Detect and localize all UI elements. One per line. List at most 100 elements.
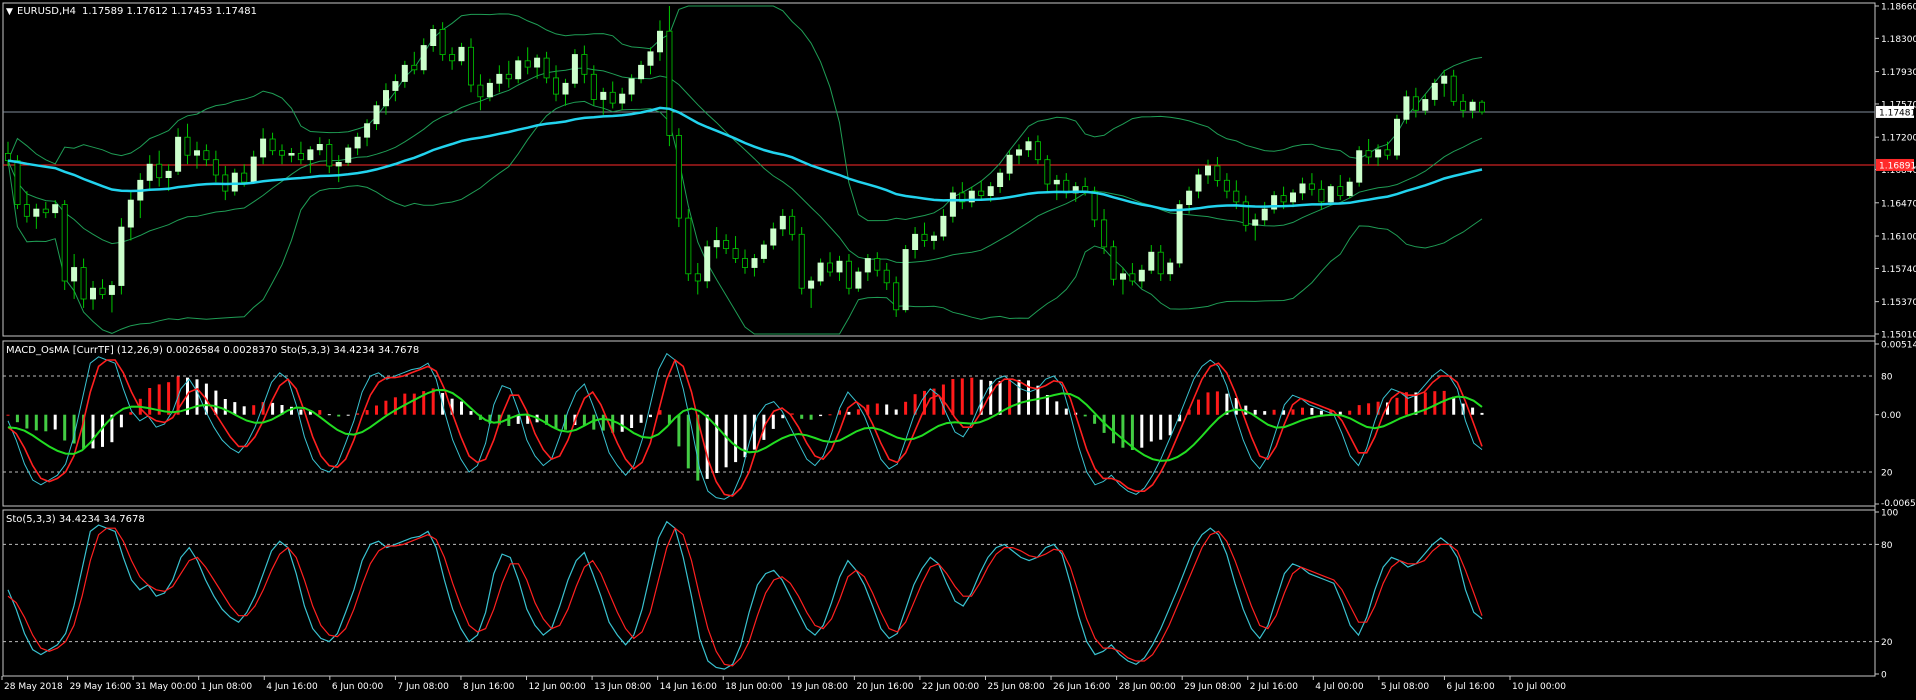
price-tick-label: 1.16100 bbox=[1881, 233, 1916, 243]
osma-bar bbox=[998, 381, 1002, 415]
candle-body bbox=[392, 81, 399, 91]
candle-body bbox=[827, 262, 834, 273]
osma-bar bbox=[1083, 414, 1087, 417]
osma-bar bbox=[856, 409, 860, 415]
candle-body bbox=[1223, 179, 1230, 192]
osma-bar bbox=[724, 414, 728, 468]
osma-bar bbox=[469, 411, 473, 415]
time-tick-label: 10 Jul 00:00 bbox=[1512, 682, 1566, 692]
time-tick-label: 13 Jun 08:00 bbox=[594, 682, 651, 692]
candle-body bbox=[175, 136, 182, 172]
candle-body bbox=[373, 105, 380, 125]
candle-body bbox=[1469, 101, 1476, 111]
osma-bar bbox=[1357, 405, 1361, 415]
candle-body bbox=[127, 199, 134, 228]
osma-bar bbox=[1310, 408, 1314, 415]
ohlc-readout: 1.17589 1.17612 1.17453 1.17481 bbox=[82, 6, 257, 17]
osma-bar bbox=[1471, 407, 1475, 415]
osma-bar bbox=[1452, 396, 1456, 415]
candle-body bbox=[477, 84, 484, 98]
osma-bar bbox=[148, 388, 152, 415]
candle-body bbox=[1290, 192, 1297, 203]
candle-body bbox=[1422, 99, 1429, 111]
candle-body bbox=[108, 285, 115, 295]
stoch-panel-title: Sto(5,3,3) 34.4234 34.7678 bbox=[6, 514, 145, 525]
osma-bar bbox=[734, 414, 738, 463]
stoch-main-line bbox=[7, 520, 1483, 670]
osma-bar bbox=[1112, 414, 1115, 444]
candle-body bbox=[33, 208, 40, 217]
osma-bar bbox=[252, 405, 256, 415]
price-tick-label: 1.17200 bbox=[1881, 134, 1916, 144]
candle-body bbox=[1214, 165, 1221, 181]
time-tick-label: 20 Jun 16:00 bbox=[856, 682, 913, 692]
time-tick-label: 31 May 00:00 bbox=[135, 682, 197, 692]
osma-bar bbox=[847, 411, 851, 415]
time-tick-label: 29 Jun 08:00 bbox=[1184, 682, 1241, 692]
candle-body bbox=[1101, 219, 1108, 248]
level-price-badge: 1.16891 bbox=[1879, 161, 1916, 171]
candle-body bbox=[5, 152, 11, 161]
candle-body bbox=[590, 73, 597, 100]
candle-body bbox=[23, 204, 30, 217]
candle-body bbox=[1129, 273, 1136, 282]
osma-bar bbox=[393, 397, 397, 415]
candle-body bbox=[1450, 75, 1457, 102]
candle-body bbox=[798, 233, 805, 289]
osma-bar bbox=[1301, 407, 1304, 415]
candle-body bbox=[99, 287, 106, 295]
candle-body bbox=[345, 147, 352, 163]
osma-bar bbox=[630, 414, 634, 428]
candle-body bbox=[1091, 190, 1098, 221]
candle-body bbox=[987, 186, 994, 197]
osma-bar bbox=[686, 414, 690, 469]
candle-body bbox=[505, 73, 512, 80]
candle-body bbox=[600, 91, 607, 100]
osma-bar bbox=[1206, 392, 1210, 415]
osma-bar bbox=[412, 393, 416, 415]
candle-body bbox=[467, 46, 474, 86]
candle-body bbox=[1082, 186, 1089, 192]
candle-body bbox=[524, 60, 531, 68]
osma-bar bbox=[885, 404, 889, 415]
candle-body bbox=[685, 217, 692, 275]
candle-body bbox=[146, 163, 153, 181]
stoch-panel-frame bbox=[2, 509, 1876, 677]
time-tick-label: 18 Jun 00:00 bbox=[725, 682, 782, 692]
osma-bar bbox=[1036, 385, 1040, 415]
time-tick-label: 12 Jun 00:00 bbox=[529, 682, 586, 692]
time-tick-label: 6 Jul 16:00 bbox=[1446, 682, 1495, 692]
candle-body bbox=[1034, 141, 1041, 161]
candle-body bbox=[354, 136, 361, 149]
candle-body bbox=[1120, 273, 1127, 280]
osma-bar bbox=[800, 414, 804, 419]
candle-body bbox=[534, 57, 541, 68]
osma-bar bbox=[601, 414, 605, 431]
candle-body bbox=[1441, 75, 1448, 84]
osma-bar bbox=[356, 413, 360, 415]
macd-tick-label: 0.00 bbox=[1881, 411, 1901, 421]
candle-body bbox=[90, 287, 97, 300]
menu-triangle-icon[interactable]: ▼ bbox=[6, 7, 13, 17]
candle-body bbox=[382, 90, 389, 107]
osma-bar bbox=[1064, 408, 1068, 415]
candle-body bbox=[760, 244, 767, 259]
candle-body bbox=[241, 172, 248, 183]
macd-panel-frame bbox=[2, 340, 1876, 507]
osma-bar bbox=[460, 401, 463, 415]
candle-body bbox=[912, 233, 919, 251]
osma-bar bbox=[375, 405, 378, 415]
osma-bar bbox=[1433, 391, 1437, 415]
stoch-tick-label: 20 bbox=[1881, 638, 1893, 648]
candle-body bbox=[723, 240, 730, 250]
price-tick-label: 1.18660 bbox=[1881, 3, 1916, 13]
candle-body bbox=[212, 159, 219, 176]
osma-bar bbox=[1253, 409, 1257, 415]
chart-canvas[interactable]: ▼ EURUSD,H4 1.17589 1.17612 1.17453 1.17… bbox=[0, 0, 1916, 696]
osma-bar bbox=[1367, 403, 1371, 415]
price-tick-label: 1.16470 bbox=[1881, 199, 1916, 209]
symbol-label: EURUSD,H4 bbox=[17, 6, 76, 17]
osma-bar bbox=[242, 406, 246, 415]
macd-panel-title: MACD_OsMA [CurrTF] (12,26,9) 0.0026584 0… bbox=[6, 345, 419, 356]
candle-body bbox=[893, 282, 900, 311]
